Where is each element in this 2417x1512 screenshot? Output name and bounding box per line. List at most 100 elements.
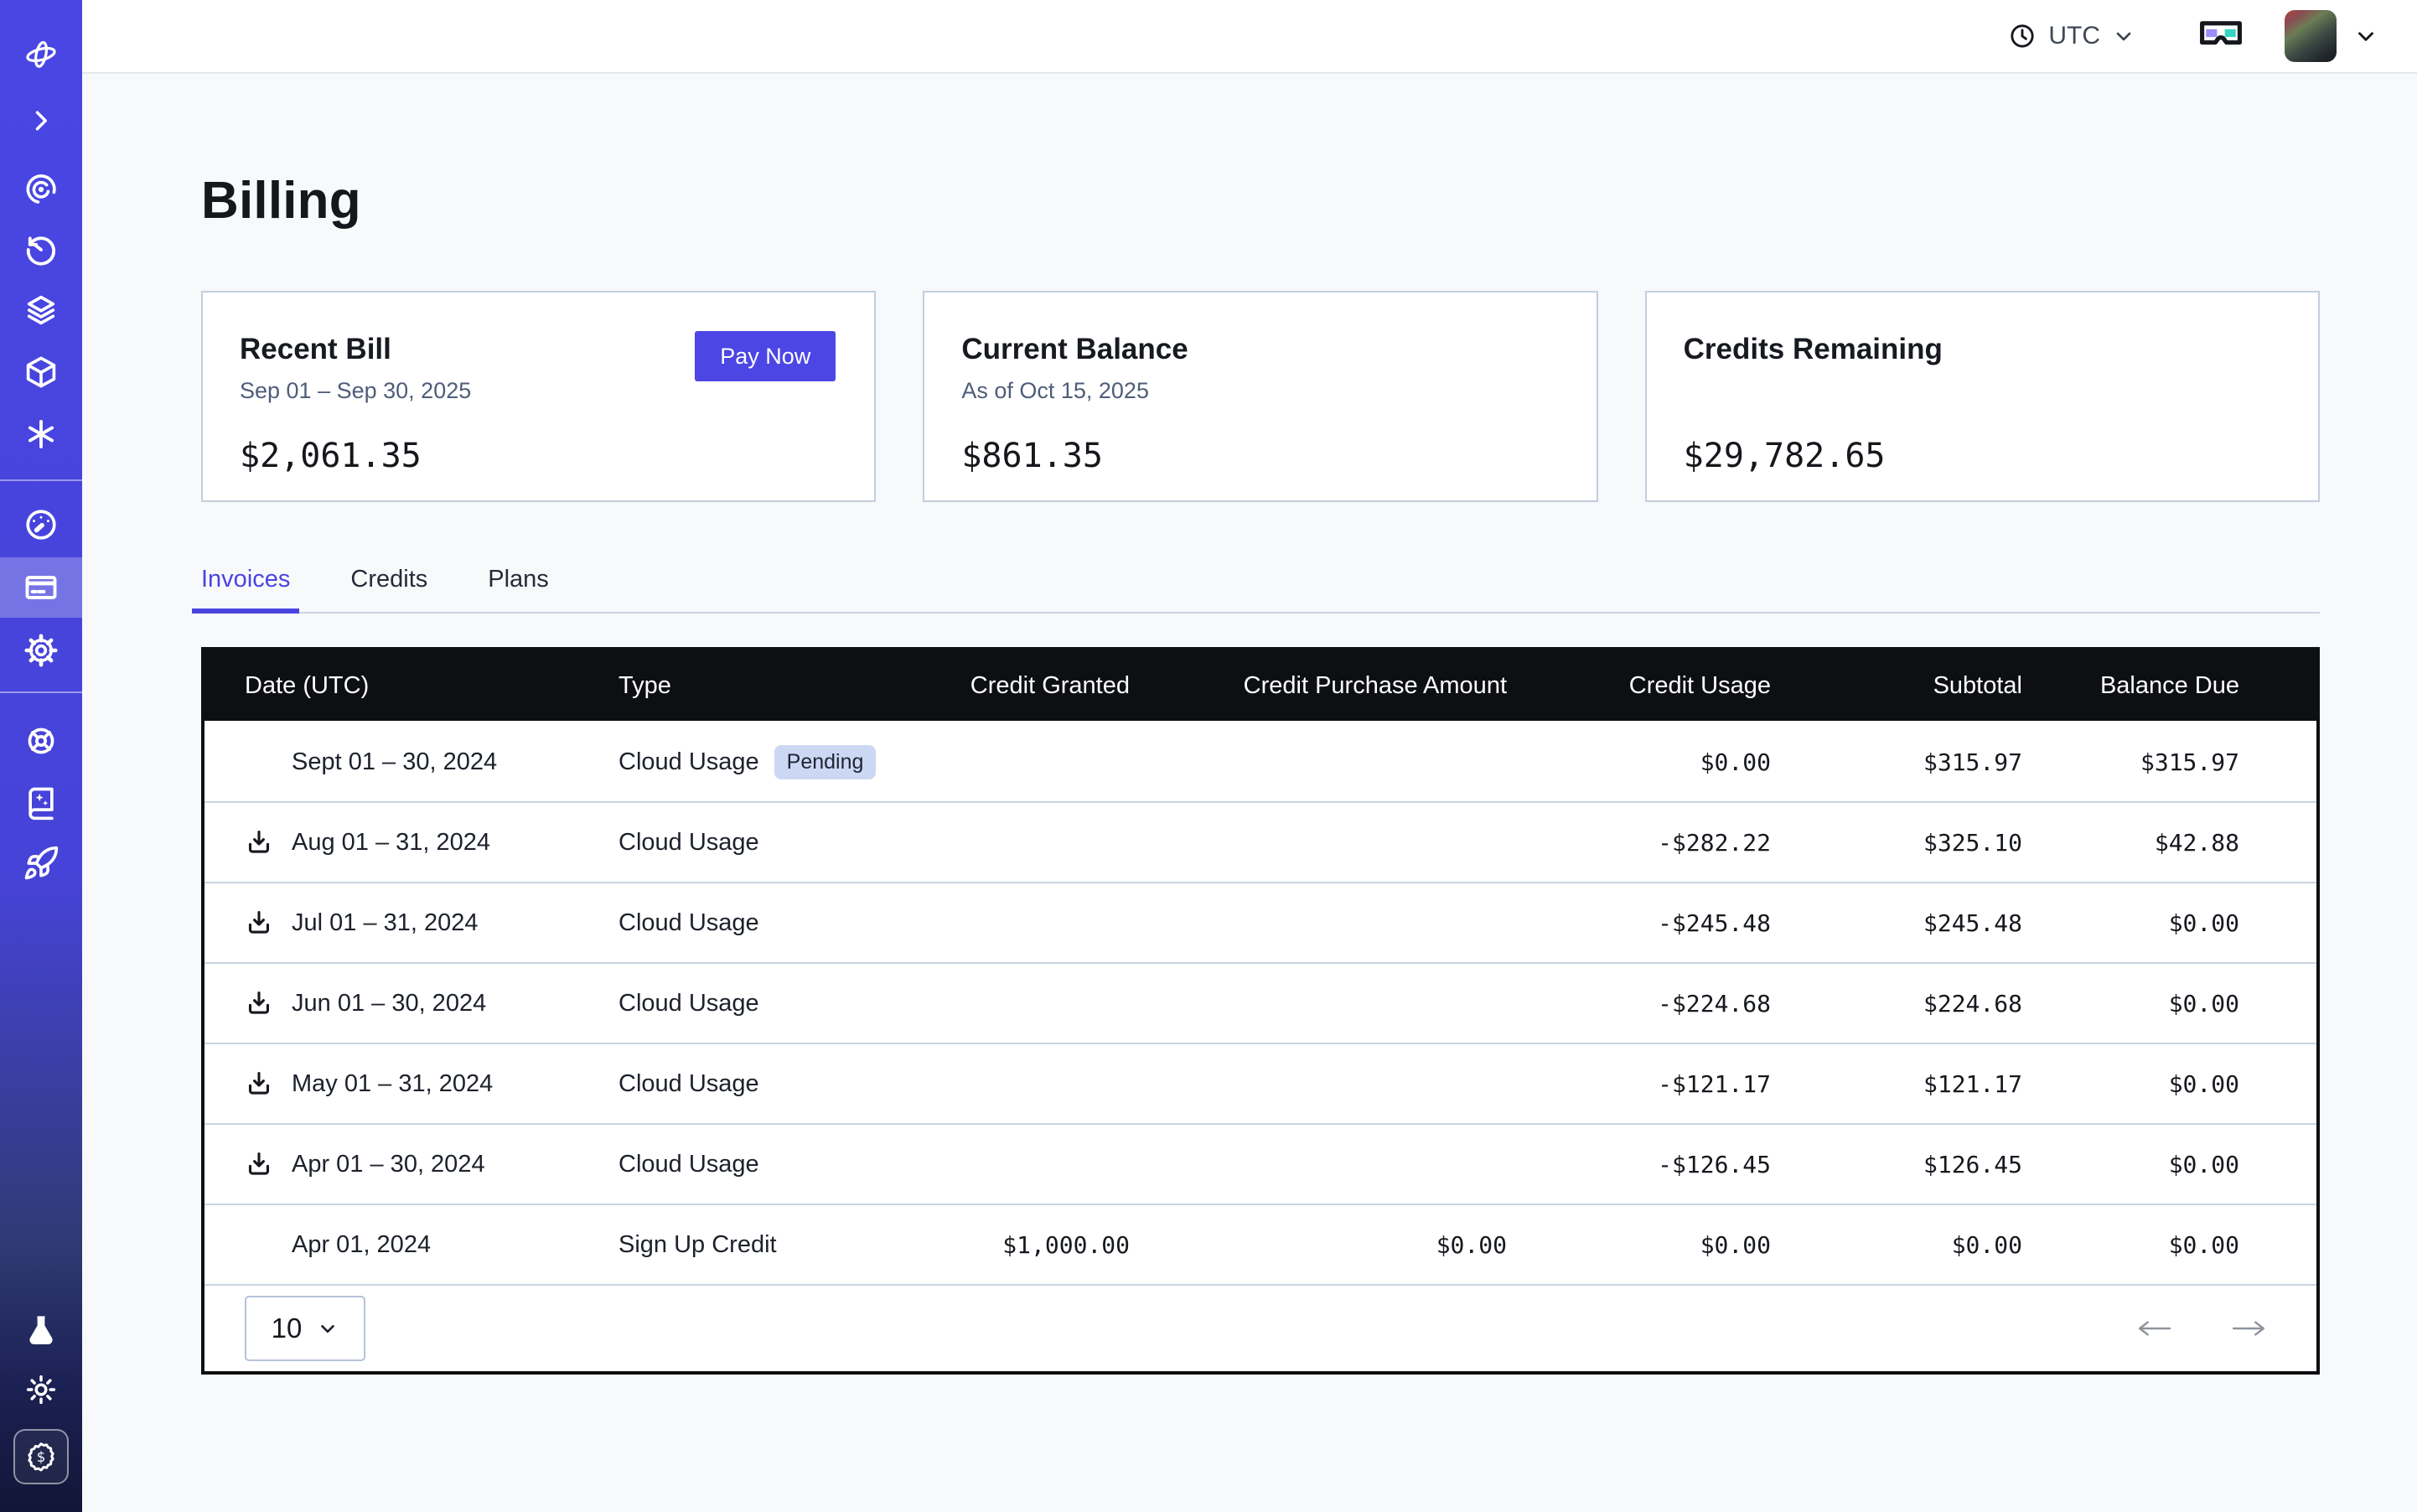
sidebar-item-labs[interactable]: [0, 1301, 82, 1361]
invoice-date: May 01 – 31, 2024: [292, 1070, 618, 1098]
invoice-date: Jul 01 – 31, 2024: [292, 909, 618, 937]
table-row: Apr 01 – 30, 2024 Cloud Usage -$126.45 $…: [204, 1123, 2316, 1204]
invoice-date: Apr 01, 2024: [292, 1231, 618, 1259]
column-header-credit-granted: Credit Granted: [878, 672, 1130, 700]
sidebar: $: [0, 0, 82, 1512]
table-row: Apr 01, 2024 Sign Up Credit $1,000.00 $0…: [204, 1204, 2316, 1284]
table-row: Jun 01 – 30, 2024 Cloud Usage -$224.68 $…: [204, 962, 2316, 1043]
3d-glasses-icon: [2197, 19, 2244, 53]
credit-usage-value: -$224.68: [1507, 990, 1771, 1017]
balance-due-value: $0.00: [2022, 1231, 2239, 1259]
sidebar-item-billing[interactable]: [0, 557, 82, 618]
credits-remaining-card: Credits Remaining $29,782.65: [1645, 291, 2320, 502]
subtotal-value: $126.45: [1771, 1151, 2022, 1178]
sidebar-item-credits[interactable]: $: [0, 1427, 82, 1487]
clock-icon: [2008, 22, 2037, 50]
avatar: [2285, 10, 2337, 62]
sidebar-item-expand[interactable]: [0, 91, 82, 151]
invoice-type: Cloud Usage: [618, 909, 878, 937]
card-title: Credits Remaining: [1684, 333, 2281, 366]
credit-usage-value: -$245.48: [1507, 909, 1771, 937]
sidebar-item-getting-started[interactable]: [0, 833, 82, 893]
sidebar-item-support[interactable]: [0, 711, 82, 771]
table-body: Sept 01 – 30, 2024 Cloud Usage Pending $…: [204, 721, 2316, 1284]
balance-due-value: $0.00: [2022, 1151, 2239, 1178]
dollar-badge-icon: $: [24, 1440, 58, 1473]
sidebar-item-theme[interactable]: [0, 1359, 82, 1420]
chevron-down-icon: [317, 1318, 339, 1339]
spiral-icon: [23, 171, 60, 208]
credit-purchase-value: $0.00: [1130, 1231, 1507, 1259]
asterisk-icon: [23, 417, 59, 452]
sidebar-item-history[interactable]: [0, 220, 82, 280]
billing-tabs: Invoices Credits Plans: [201, 566, 2320, 614]
download-icon: [245, 1069, 273, 1098]
table-row: May 01 – 31, 2024 Cloud Usage -$121.17 $…: [204, 1043, 2316, 1123]
arrow-left-icon: [2135, 1318, 2174, 1339]
download-invoice-button[interactable]: [245, 1150, 292, 1178]
subtotal-value: $325.10: [1771, 829, 2022, 857]
invoice-type: Cloud Usage: [618, 990, 878, 1017]
pager-arrows: [2135, 1318, 2268, 1339]
sidebar-item-dashboard[interactable]: [0, 495, 82, 555]
status-badge: Pending: [774, 745, 877, 779]
timezone-selector[interactable]: UTC: [2008, 22, 2135, 50]
summary-cards: Recent Bill Sep 01 – Sep 30, 2025 $2,061…: [201, 291, 2320, 502]
gauge-icon: [23, 506, 60, 543]
card-amount: $29,782.65: [1684, 437, 2281, 475]
credit-usage-value: -$121.17: [1507, 1070, 1771, 1098]
download-icon: [245, 1150, 273, 1178]
sidebar-item-services[interactable]: [0, 404, 82, 464]
column-header-credit-purchase-amount: Credit Purchase Amount: [1130, 672, 1507, 700]
column-header-credit-usage: Credit Usage: [1507, 672, 1771, 700]
table-header: Date (UTC) Type Credit Granted Credit Pu…: [204, 650, 2316, 721]
billing-app: $ UTC: [0, 0, 2417, 1512]
credit-usage-value: -$282.22: [1507, 829, 1771, 857]
tab-plans[interactable]: Plans: [479, 566, 558, 612]
gear-icon: [23, 632, 60, 669]
download-invoice-button[interactable]: [245, 1069, 292, 1098]
credit-usage-value: $0.00: [1507, 1231, 1771, 1259]
user-menu[interactable]: [2285, 10, 2378, 62]
column-header-subtotal: Subtotal: [1771, 672, 2022, 700]
sidebar-item-settings[interactable]: [0, 620, 82, 681]
credit-granted-value: $1,000.00: [878, 1231, 1130, 1259]
arrow-right-icon: [2229, 1318, 2268, 1339]
rocket-icon: [23, 845, 60, 882]
download-invoice-button[interactable]: [245, 909, 292, 937]
sidebar-item-monitor[interactable]: [0, 159, 82, 220]
table-row: Aug 01 – 31, 2024 Cloud Usage -$282.22 $…: [204, 801, 2316, 882]
tab-credits[interactable]: Credits: [341, 566, 437, 612]
credits-button[interactable]: $: [13, 1429, 69, 1484]
subtotal-value: $0.00: [1771, 1231, 2022, 1259]
credit-card-icon: [23, 569, 60, 606]
pay-now-button[interactable]: Pay Now: [695, 331, 836, 381]
column-header-balance-due: Balance Due: [2022, 672, 2239, 700]
sidebar-item-docs[interactable]: [0, 773, 82, 833]
subtotal-value: $224.68: [1771, 990, 2022, 1017]
next-page-button[interactable]: [2229, 1318, 2268, 1339]
topbar: UTC: [82, 0, 2417, 74]
page-size-select[interactable]: 10: [245, 1296, 365, 1361]
helm-icon: [23, 722, 60, 759]
previous-page-button[interactable]: [2135, 1318, 2174, 1339]
subtotal-value: $121.17: [1771, 1070, 2022, 1098]
sidebar-item-packages[interactable]: [0, 342, 82, 402]
card-title: Current Balance: [961, 333, 1559, 366]
sidebar-logo[interactable]: [0, 24, 82, 85]
view-mode-button[interactable]: [2197, 19, 2244, 53]
table-row: Jul 01 – 31, 2024 Cloud Usage -$245.48 $…: [204, 882, 2316, 962]
download-icon: [245, 989, 273, 1017]
download-invoice-button[interactable]: [245, 828, 292, 857]
invoice-type: Cloud Usage: [618, 1151, 878, 1178]
download-invoice-button[interactable]: [245, 989, 292, 1017]
sidebar-item-layers[interactable]: [0, 280, 82, 340]
balance-due-value: $42.88: [2022, 829, 2239, 857]
tab-invoices[interactable]: Invoices: [192, 566, 299, 612]
layers-icon: [23, 292, 60, 329]
book-sparkle-icon: [23, 784, 60, 821]
pagination: 10: [204, 1284, 2316, 1371]
chevron-right-icon: [26, 106, 56, 136]
card-amount: $861.35: [961, 437, 1559, 475]
card-subtitle: Sep 01 – Sep 30, 2025: [240, 378, 837, 408]
